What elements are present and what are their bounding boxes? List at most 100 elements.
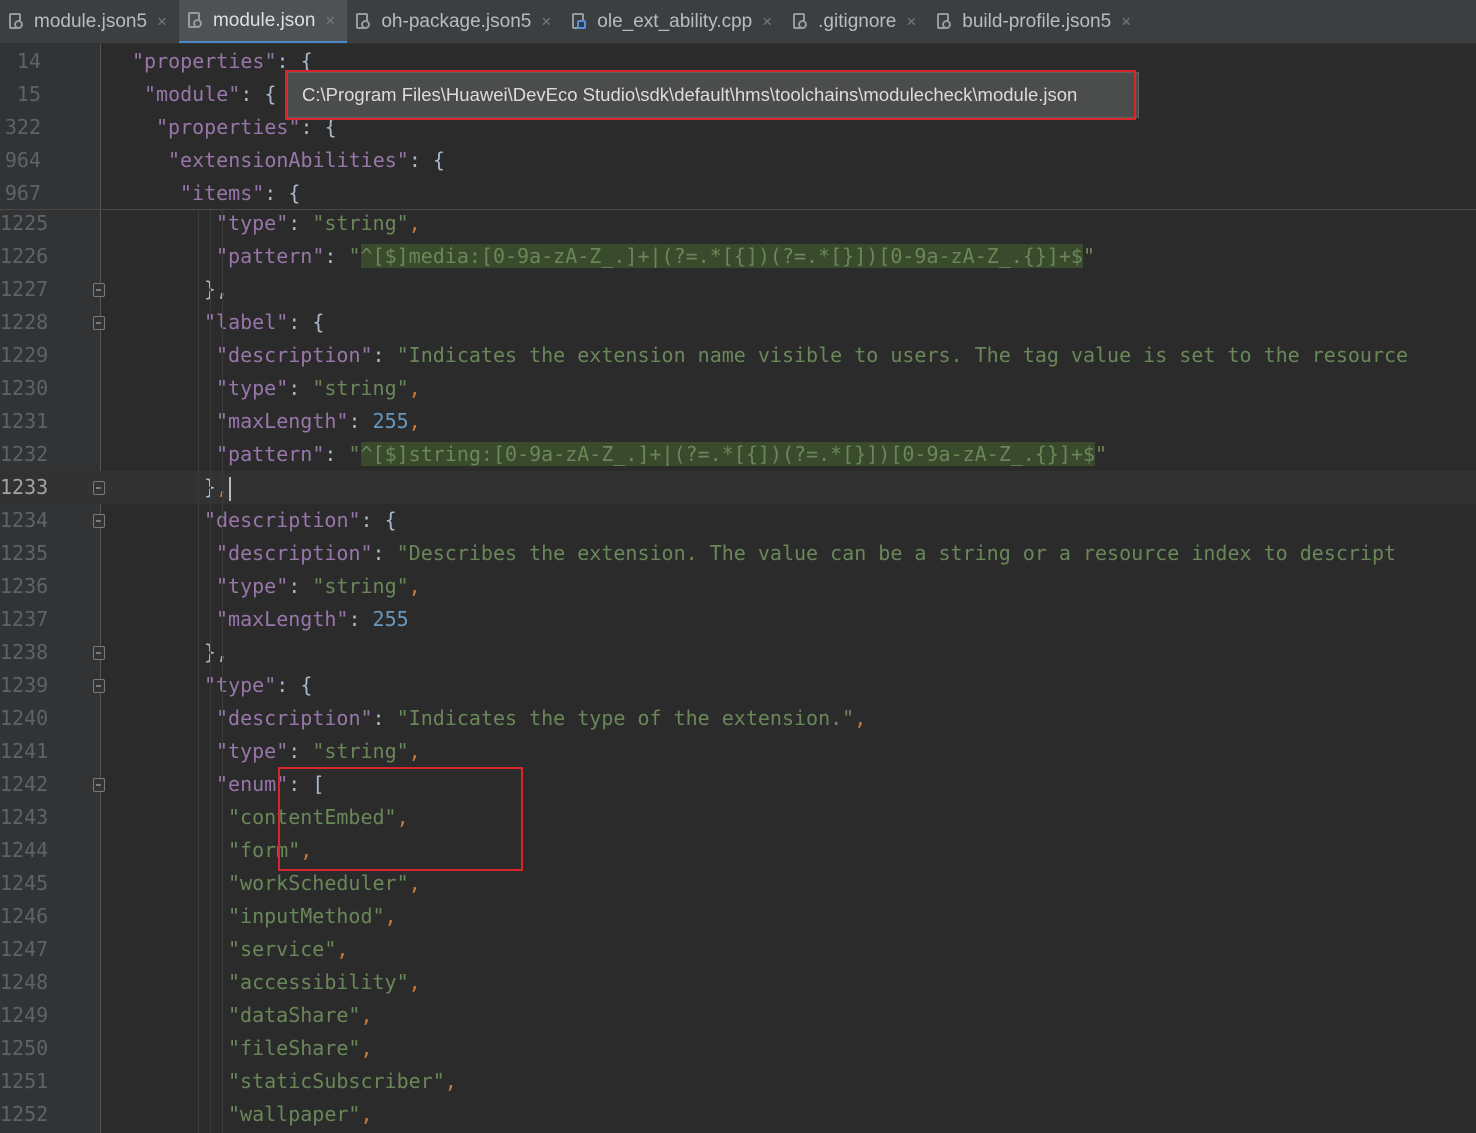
code-text: "type": {	[204, 669, 312, 702]
json-string: "string"	[312, 574, 409, 598]
code-text: "workScheduler",	[228, 867, 421, 900]
close-icon[interactable]: ×	[157, 12, 167, 32]
close-icon[interactable]: ×	[541, 12, 551, 32]
fold-marker-icon[interactable]	[93, 316, 105, 330]
line-number: 1247	[0, 937, 49, 961]
line-number: 1225	[0, 211, 49, 235]
json-key: "type"	[204, 673, 277, 697]
sticky-code-line[interactable]: 964 "extensionAbilities": {	[0, 144, 1476, 177]
json-punctuation: :	[324, 442, 349, 466]
json-string: "Describes the extension. The value can …	[396, 541, 1397, 565]
code-text: "wallpaper",	[228, 1098, 373, 1131]
code-text: "type": "string",	[216, 570, 421, 603]
json-number: 255	[372, 607, 409, 631]
tab-label: oh-package.json5	[381, 11, 532, 32]
code-text: "description": "Indicates the type of th…	[216, 702, 866, 735]
json-key: "description"	[216, 541, 373, 565]
code-text: "accessibility",	[228, 966, 421, 999]
close-icon[interactable]: ×	[1121, 12, 1131, 32]
indent-guide	[210, 210, 211, 1133]
code-text: "description": "Describes the extension.…	[216, 537, 1396, 570]
close-icon[interactable]: ×	[762, 12, 772, 32]
line-number: 1233	[0, 475, 49, 499]
json-key: "type"	[216, 574, 289, 598]
json-string: "	[348, 442, 361, 466]
json-punctuation: ,	[444, 1069, 457, 1093]
tab-build-profile-json5[interactable]: build-profile.json5 ×	[928, 0, 1143, 43]
json-string: "Indicates the type of the extension."	[396, 706, 855, 730]
code-text: "module": {	[144, 78, 276, 111]
line-number: 1235	[0, 541, 49, 565]
line-number: 1234	[0, 508, 49, 532]
json-punctuation: :	[372, 541, 397, 565]
sticky-code-line[interactable]: 967 "items": {	[0, 177, 1476, 210]
close-icon[interactable]: ×	[325, 11, 335, 31]
line-number: 1245	[0, 871, 49, 895]
json-punctuation: ,	[854, 706, 867, 730]
json-string: "contentEmbed"	[228, 805, 397, 829]
tab-label: module.json	[212, 9, 316, 31]
code-text: },	[204, 636, 228, 669]
json-punctuation: : {	[240, 82, 277, 106]
json-punctuation: ,	[408, 739, 421, 763]
line-number: 1237	[0, 607, 49, 631]
json-punctuation: : [	[288, 772, 325, 796]
json-file-icon	[6, 11, 26, 33]
fold-marker-icon[interactable]	[93, 481, 105, 495]
json-punctuation: ,	[408, 970, 421, 994]
code-text: },	[204, 273, 228, 306]
json-punctuation: ,	[300, 838, 313, 862]
indent-guide	[222, 210, 223, 1133]
json-key: "pattern"	[216, 442, 325, 466]
editor-tab-bar: module.json5 × module.json × oh-package.json…	[0, 0, 1476, 44]
code-text: "maxLength": 255	[216, 603, 409, 636]
code-editor[interactable]: 14 "properties": {15 "module": {322 "proper…	[0, 44, 1476, 1133]
line-number: 1242	[0, 772, 49, 796]
json-punctuation: :	[288, 574, 313, 598]
fold-marker-icon[interactable]	[93, 646, 105, 660]
tab-module-json[interactable]: module.json ×	[178, 0, 348, 43]
json-string: "	[1082, 244, 1096, 268]
json-punctuation: ,	[360, 1003, 373, 1027]
indent-guide	[198, 210, 199, 1133]
json-key: "maxLength"	[216, 409, 349, 433]
json-punctuation: :	[324, 244, 349, 268]
tab-oh-package-json5[interactable]: oh-package.json5 ×	[347, 0, 563, 43]
tab-gitignore[interactable]: .gitignore ×	[784, 0, 928, 43]
fold-marker-icon[interactable]	[93, 679, 105, 693]
line-number: 964	[4, 148, 41, 172]
json-key: "description"	[216, 706, 373, 730]
json-punctuation: :	[288, 376, 313, 400]
tab-ole-ext-ability-cpp[interactable]: ole_ext_ability.cpp ×	[563, 0, 784, 43]
fold-marker-icon[interactable]	[93, 514, 105, 528]
json-punctuation: :	[348, 607, 373, 631]
line-number: 1230	[0, 376, 49, 400]
line-number: 1226	[0, 244, 49, 268]
json-punctuation: : {	[300, 115, 337, 139]
tab-module-json5[interactable]: module.json5 ×	[0, 0, 179, 43]
json-key: "description"	[204, 508, 361, 532]
code-text: "form",	[228, 834, 312, 867]
fold-marker-icon[interactable]	[93, 283, 105, 297]
close-icon[interactable]: ×	[906, 12, 916, 32]
tab-label: ole_ext_ability.cpp	[597, 11, 753, 32]
code-text: "contentEmbed",	[228, 801, 409, 834]
json-punctuation: : {	[264, 181, 301, 205]
json-key: "extensionAbilities"	[168, 148, 409, 172]
fold-marker-icon[interactable]	[93, 778, 105, 792]
line-number: 322	[4, 115, 41, 139]
code-text: "description": "Indicates the extension …	[216, 339, 1408, 372]
json-string: "fileShare"	[228, 1036, 361, 1060]
line-number: 1238	[0, 640, 49, 664]
line-number: 1248	[0, 970, 49, 994]
code-text: "type": "string",	[216, 207, 421, 240]
json-punctuation: :	[288, 211, 313, 235]
line-number: 1241	[0, 739, 49, 763]
json-punctuation: ,	[396, 805, 409, 829]
code-text: "items": {	[180, 177, 300, 210]
json-punctuation: : {	[288, 310, 325, 334]
json-punctuation: :	[348, 409, 373, 433]
sticky-scroll-divider	[0, 209, 1476, 210]
line-number: 1246	[0, 904, 49, 928]
line-number: 1231	[0, 409, 49, 433]
